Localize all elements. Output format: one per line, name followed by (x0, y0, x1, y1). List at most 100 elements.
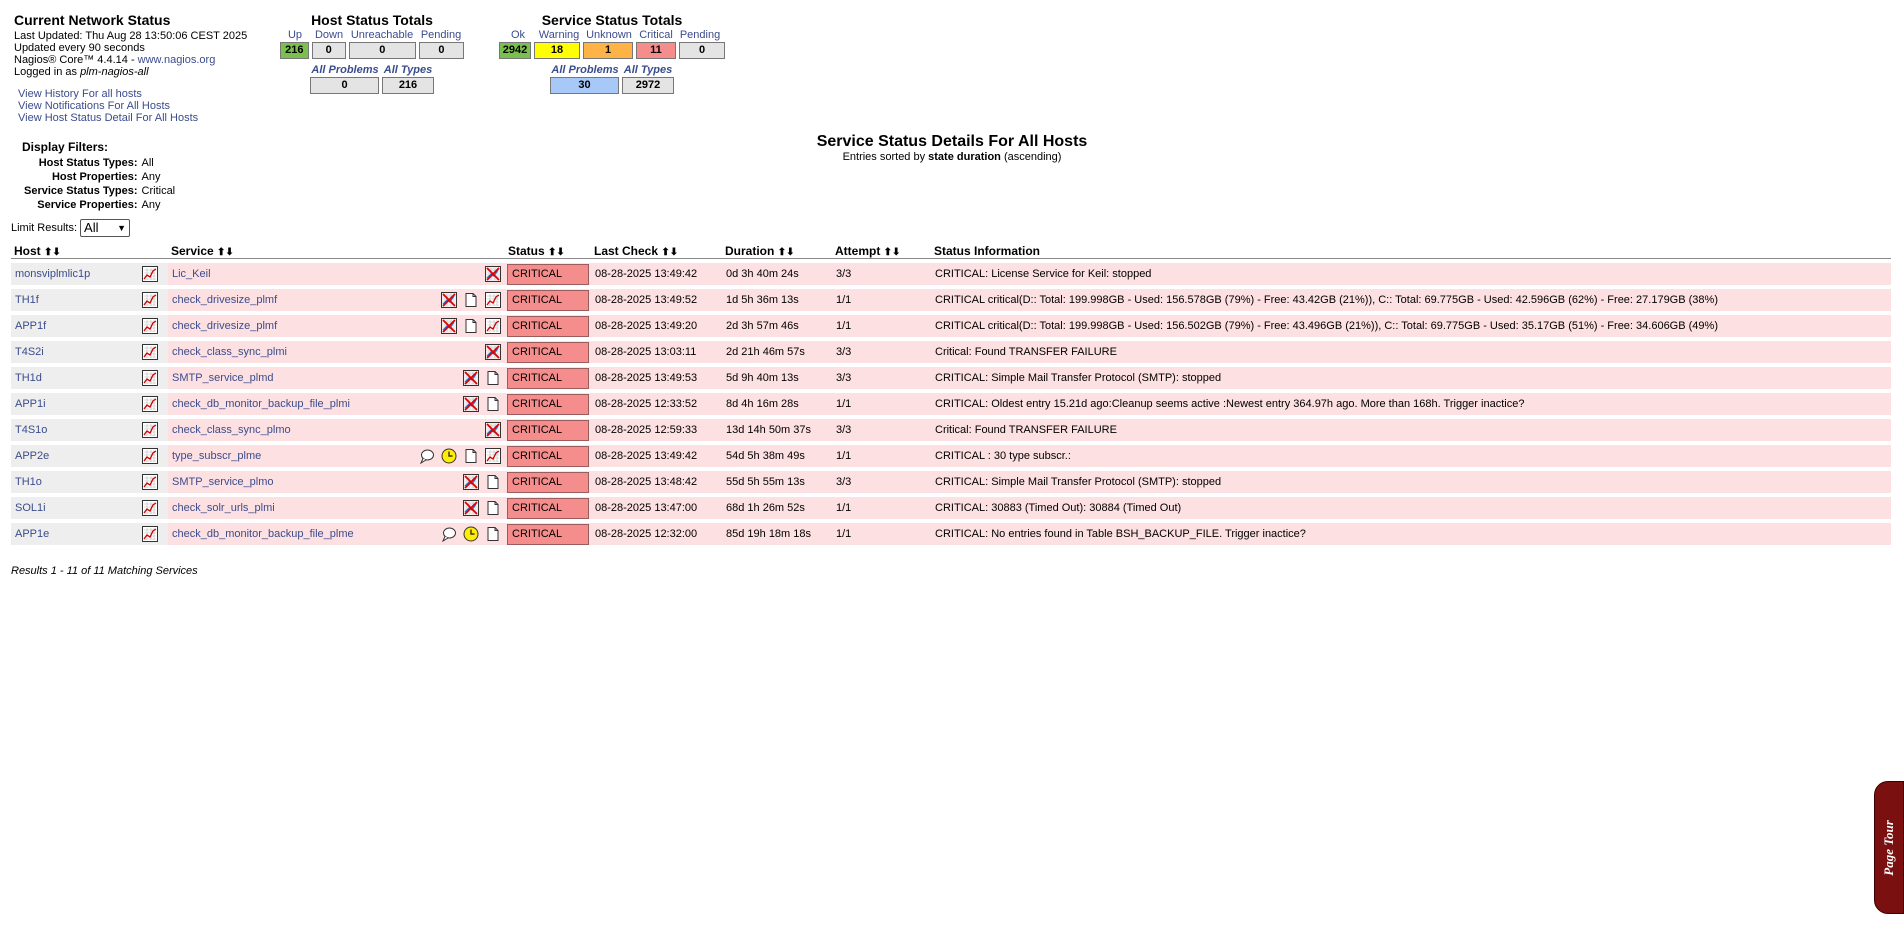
host-graph-cell (132, 419, 168, 441)
sort-arrows-icon[interactable]: ⬆⬇ (661, 247, 678, 258)
host-all-types-label[interactable]: All Types (382, 63, 434, 77)
svc-warning-label[interactable]: Warning (536, 28, 582, 42)
graph-icon[interactable] (142, 474, 158, 490)
document-icon[interactable] (485, 396, 501, 412)
host-link[interactable]: TH1o (15, 476, 42, 488)
duration-column-header[interactable]: Duration ⬆⬇ (722, 244, 832, 259)
last-check-column-header[interactable]: Last Check ⬆⬇ (591, 244, 722, 259)
graph-icon[interactable] (142, 318, 158, 334)
host-link[interactable]: monsviplmlic1p (15, 268, 90, 280)
status-cell: CRITICAL (505, 289, 591, 311)
notif-disabled-icon[interactable] (463, 396, 479, 412)
notif-disabled-icon[interactable] (441, 318, 457, 334)
graph-icon[interactable] (142, 266, 158, 282)
host-down-label[interactable]: Down (312, 28, 346, 42)
last-check-cell: 08-28-2025 12:33:52 (591, 393, 722, 415)
svc-all-types-count: 2972 (622, 77, 674, 94)
host-unreachable-label[interactable]: Unreachable (348, 28, 416, 42)
service-totals-title: Service Status Totals (541, 12, 683, 28)
service-link[interactable]: check_class_sync_plmo (172, 424, 291, 436)
attempt-column-header[interactable]: Attempt ⬆⬇ (832, 244, 931, 259)
limit-select[interactable]: All ▼ (80, 219, 131, 237)
sort-arrows-icon[interactable]: ⬆⬇ (548, 247, 565, 258)
notif-disabled-icon[interactable] (485, 344, 501, 360)
document-icon[interactable] (485, 500, 501, 516)
host-up-label[interactable]: Up (280, 28, 310, 42)
service-link[interactable]: check_db_monitor_backup_file_plmi (172, 398, 350, 410)
service-link[interactable]: check_solr_urls_plmi (172, 502, 275, 514)
document-icon[interactable] (463, 448, 479, 464)
host-link[interactable]: TH1f (15, 294, 39, 306)
service-link[interactable]: Lic_Keil (172, 268, 211, 280)
host-graph-cell (132, 315, 168, 337)
graph-icon[interactable] (142, 448, 158, 464)
host-all-problems-label[interactable]: All Problems (310, 63, 380, 77)
host-link[interactable]: APP1i (15, 398, 46, 410)
notif-disabled-icon[interactable] (485, 266, 501, 282)
host-column-header[interactable]: Host ⬆⬇ (11, 244, 132, 259)
host-totals-title: Host Status Totals (311, 12, 433, 28)
sort-arrows-icon[interactable]: ⬆⬇ (778, 247, 795, 258)
status-badge: CRITICAL (507, 419, 589, 441)
notif-disabled-icon[interactable] (463, 474, 479, 490)
view-host-detail-link[interactable]: View Host Status Detail For All Hosts (18, 112, 198, 124)
view-notifications-link[interactable]: View Notifications For All Hosts (18, 100, 170, 112)
sort-arrows-icon[interactable]: ⬆⬇ (44, 247, 61, 258)
comment-icon[interactable] (419, 448, 435, 464)
document-icon[interactable] (485, 474, 501, 490)
service-link[interactable]: check_drivesize_plmf (172, 294, 277, 306)
graph-icon[interactable] (485, 292, 501, 308)
graph-icon[interactable] (142, 500, 158, 516)
graph-icon[interactable] (142, 370, 158, 386)
service-column-header[interactable]: Service ⬆⬇ (168, 244, 505, 259)
document-icon[interactable] (463, 318, 479, 334)
host-link[interactable]: SOL1i (15, 502, 46, 514)
svc-all-problems-label[interactable]: All Problems (550, 63, 620, 77)
graph-icon[interactable] (142, 396, 158, 412)
service-link[interactable]: check_class_sync_plmi (172, 346, 287, 358)
host-pending-label[interactable]: Pending (418, 28, 464, 42)
service-cell: Lic_Keil (168, 263, 505, 285)
table-row: APP1i check_db_monitor_backup_file_plmi CR… (11, 393, 1891, 415)
svc-pending-label[interactable]: Pending (678, 28, 722, 42)
svc-critical-label[interactable]: Critical (636, 28, 676, 42)
document-icon[interactable] (485, 370, 501, 386)
downtime-clock-icon[interactable] (463, 526, 479, 542)
document-icon[interactable] (485, 526, 501, 542)
status-column-header[interactable]: Status ⬆⬇ (505, 244, 591, 259)
host-graph-cell (132, 523, 168, 545)
notif-disabled-icon[interactable] (441, 292, 457, 308)
page-tour-button[interactable]: Page Tour (1874, 781, 1904, 914)
host-link[interactable]: T4S1o (15, 424, 47, 436)
host-link[interactable]: APP2e (15, 450, 49, 462)
svc-ok-label[interactable]: Ok (502, 28, 534, 42)
service-link[interactable]: check_db_monitor_backup_file_plme (172, 528, 354, 540)
downtime-clock-icon[interactable] (441, 448, 457, 464)
graph-icon[interactable] (142, 526, 158, 542)
host-cell: TH1o (11, 471, 132, 493)
service-link[interactable]: check_drivesize_plmf (172, 320, 277, 332)
svc-all-types-label[interactable]: All Types (622, 63, 674, 77)
service-link[interactable]: SMTP_service_plmd (172, 372, 273, 384)
host-link[interactable]: APP1f (15, 320, 46, 332)
graph-icon[interactable] (142, 344, 158, 360)
graph-icon[interactable] (142, 422, 158, 438)
comment-icon[interactable] (441, 526, 457, 542)
sort-arrows-icon[interactable]: ⬆⬇ (884, 247, 901, 258)
notif-disabled-icon[interactable] (463, 500, 479, 516)
service-link[interactable]: SMTP_service_plmo (172, 476, 273, 488)
svc-unknown-label[interactable]: Unknown (584, 28, 634, 42)
view-history-link[interactable]: View History For all hosts (18, 88, 142, 100)
graph-icon[interactable] (485, 448, 501, 464)
graph-icon[interactable] (142, 292, 158, 308)
notif-disabled-icon[interactable] (463, 370, 479, 386)
service-link[interactable]: type_subscr_plme (172, 450, 261, 462)
nagios-link[interactable]: www.nagios.org (138, 54, 216, 66)
host-link[interactable]: T4S2i (15, 346, 44, 358)
graph-icon[interactable] (485, 318, 501, 334)
host-link[interactable]: TH1d (15, 372, 42, 384)
notif-disabled-icon[interactable] (485, 422, 501, 438)
sort-arrows-icon[interactable]: ⬆⬇ (217, 247, 234, 258)
host-link[interactable]: APP1e (15, 528, 49, 540)
document-icon[interactable] (463, 292, 479, 308)
